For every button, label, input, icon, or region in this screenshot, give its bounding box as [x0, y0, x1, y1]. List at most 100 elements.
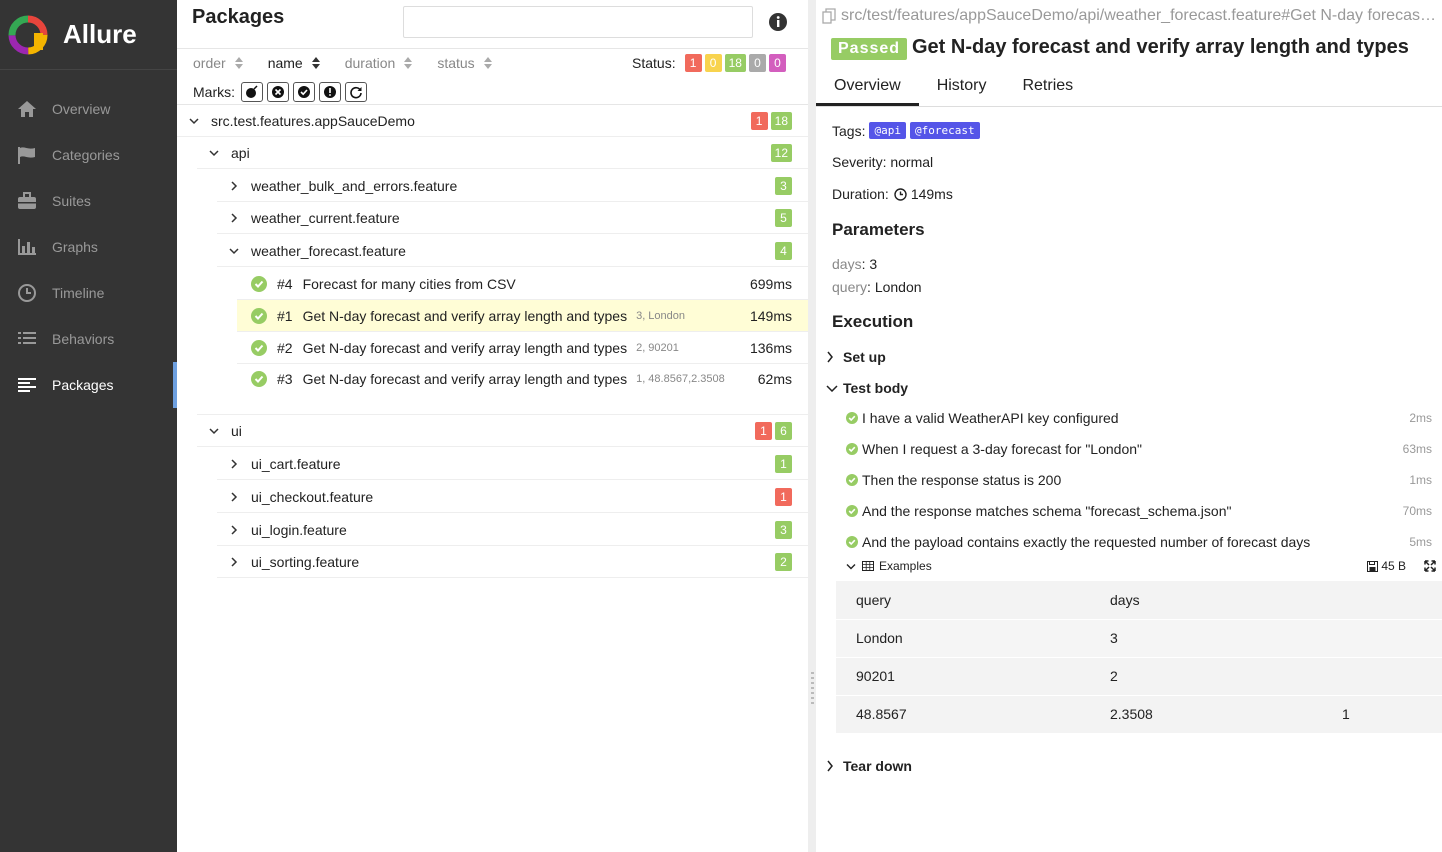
test-case-item[interactable]: #3 Get N-day forecast and verify array l…	[237, 363, 808, 395]
pane-splitter[interactable]	[808, 0, 816, 852]
step-text: And the response matches schema "forecas…	[862, 503, 1232, 519]
tab-history[interactable]: History	[919, 70, 1005, 106]
tree-group-feature[interactable]: weather_current.feature 5	[217, 202, 808, 234]
sidebar-item-packages[interactable]: Packages	[0, 362, 177, 408]
passed-check-icon	[846, 505, 858, 517]
status-toggle-skipped[interactable]: 0	[748, 54, 766, 72]
step-row[interactable]: And the response matches schema "forecas…	[846, 503, 1432, 519]
tree-group-name: ui_sorting.feature	[251, 553, 360, 570]
sorter-order[interactable]: order	[193, 55, 244, 71]
parameter-row: days: 3	[832, 256, 878, 272]
brand[interactable]: Allure	[0, 0, 177, 70]
status-filter: Status: 1 0 18 0 0	[632, 54, 786, 72]
chevron-right-icon	[826, 351, 838, 363]
tree-group-feature[interactable]: ui_checkout.feature 1	[217, 481, 808, 513]
chevron-right-icon	[227, 457, 241, 471]
stage-setup[interactable]: Set up	[826, 349, 886, 365]
list-icon	[16, 328, 38, 350]
chevron-right-icon	[227, 555, 241, 569]
step-text: And the payload contains exactly the req…	[862, 534, 1311, 550]
chevron-right-icon	[227, 490, 241, 504]
new-failed-toggle[interactable]	[267, 82, 289, 102]
sorter-duration[interactable]: duration	[345, 55, 414, 71]
tags-row: Tags: @api @forecast	[832, 122, 980, 139]
tree-group-name: ui_cart.feature	[251, 455, 341, 472]
tag-badge: @forecast	[909, 122, 980, 139]
tag-badge: @api	[869, 122, 906, 139]
detail-tabs: Overview History Retries	[816, 70, 1442, 107]
sidebar-item-behaviors[interactable]: Behaviors	[0, 316, 177, 362]
divider	[177, 48, 808, 49]
copy-icon[interactable]	[822, 8, 836, 24]
step-row[interactable]: When I request a 3-day forecast for "Lon…	[846, 441, 1432, 457]
passed-check-icon	[846, 474, 858, 486]
sidebar-item-categories[interactable]: Categories	[0, 132, 177, 178]
stage-teardown[interactable]: Tear down	[826, 758, 912, 774]
sidebar-item-timeline[interactable]: Timeline	[0, 270, 177, 316]
tree-group-name: ui	[231, 422, 242, 439]
tab-retries[interactable]: Retries	[1004, 70, 1091, 106]
retries-toggle[interactable]	[345, 82, 367, 102]
test-case-item-selected[interactable]: #1 Get N-day forecast and verify array l…	[237, 300, 808, 332]
step-row[interactable]: I have a valid WeatherAPI key configured…	[846, 410, 1432, 426]
splitter-grip-icon[interactable]	[811, 672, 814, 706]
marks-filter: Marks:	[193, 82, 371, 102]
tree-group-feature[interactable]: ui_login.feature 3	[217, 514, 808, 546]
test-order: #4	[277, 275, 293, 292]
step-text: When I request a 3-day forecast for "Lon…	[862, 441, 1142, 457]
step-row[interactable]: And the payload contains exactly the req…	[846, 534, 1432, 550]
sorter-name[interactable]: name	[268, 55, 321, 71]
attachment-examples[interactable]: Examples 45 B	[846, 559, 1436, 573]
pane-title: Packages	[192, 6, 285, 28]
test-order: #2	[277, 339, 293, 356]
test-title: Forecast for many cities from CSV	[302, 275, 516, 292]
sidebar-item-label: Suites	[52, 193, 91, 209]
status-toggle-passed[interactable]: 18	[724, 54, 746, 72]
test-case-item[interactable]: #4 Forecast for many cities from CSV 699…	[237, 268, 808, 300]
sidebar-item-label: Packages	[52, 377, 114, 393]
info-icon[interactable]	[768, 12, 788, 32]
chevron-down-icon	[187, 114, 201, 128]
execution-heading: Execution	[832, 312, 914, 331]
sidebar-item-suites[interactable]: Suites	[0, 178, 177, 224]
sidebar-item-overview[interactable]: Overview	[0, 86, 177, 132]
count-passed: 5	[775, 209, 792, 227]
sidebar-item-label: Behaviors	[52, 331, 115, 347]
tree-group-root[interactable]: src.test.features.appSauceDemo 1 18	[177, 105, 808, 137]
tree-group-feature[interactable]: ui_cart.feature 1	[217, 448, 808, 480]
sorter-status[interactable]: status	[437, 55, 492, 71]
test-case-item[interactable]: #2 Get N-day forecast and verify array l…	[237, 332, 808, 364]
step-duration: 63ms	[1402, 442, 1432, 456]
test-order: #3	[277, 371, 293, 387]
test-duration: 149ms	[749, 307, 792, 324]
packages-pane: Packages order name duration status Stat…	[177, 0, 808, 852]
new-passed-toggle[interactable]	[293, 82, 315, 102]
save-icon	[1367, 560, 1379, 572]
status-toggle-failed[interactable]: 1	[684, 54, 702, 72]
tree-group-feature[interactable]: weather_bulk_and_errors.feature 3	[217, 170, 808, 202]
tab-overview[interactable]: Overview	[816, 70, 919, 106]
tree-group-counts: 5	[772, 209, 792, 227]
chevron-down-icon	[826, 382, 838, 394]
tree-group-ui[interactable]: ui 1 6	[197, 415, 808, 447]
tree-group-feature[interactable]: ui_sorting.feature 2	[217, 546, 808, 578]
chevron-down-icon	[846, 560, 858, 572]
severity: Severity: normal	[832, 154, 934, 170]
tree-group-counts: 1 18	[748, 112, 792, 130]
expand-icon[interactable]	[1424, 560, 1436, 572]
tree-group-name: src.test.features.appSauceDemo	[211, 112, 415, 129]
tree-group-api[interactable]: api 12	[197, 137, 808, 169]
stage-test-body[interactable]: Test body	[826, 380, 908, 396]
flaky-toggle[interactable]	[241, 82, 263, 102]
chevron-right-icon	[826, 760, 838, 772]
status-toggle-unknown[interactable]: 0	[768, 54, 786, 72]
step-text: I have a valid WeatherAPI key configured	[862, 410, 1119, 426]
status-toggle-broken[interactable]: 0	[704, 54, 722, 72]
tree-group-feature[interactable]: weather_forecast.feature 4	[217, 235, 808, 267]
sidebar-item-graphs[interactable]: Graphs	[0, 224, 177, 270]
search-input[interactable]	[403, 6, 753, 38]
step-row[interactable]: Then the response status is 200 1ms	[846, 472, 1432, 488]
new-broken-toggle[interactable]	[319, 82, 341, 102]
table-icon	[862, 561, 874, 571]
parameters-heading: Parameters	[832, 220, 925, 239]
